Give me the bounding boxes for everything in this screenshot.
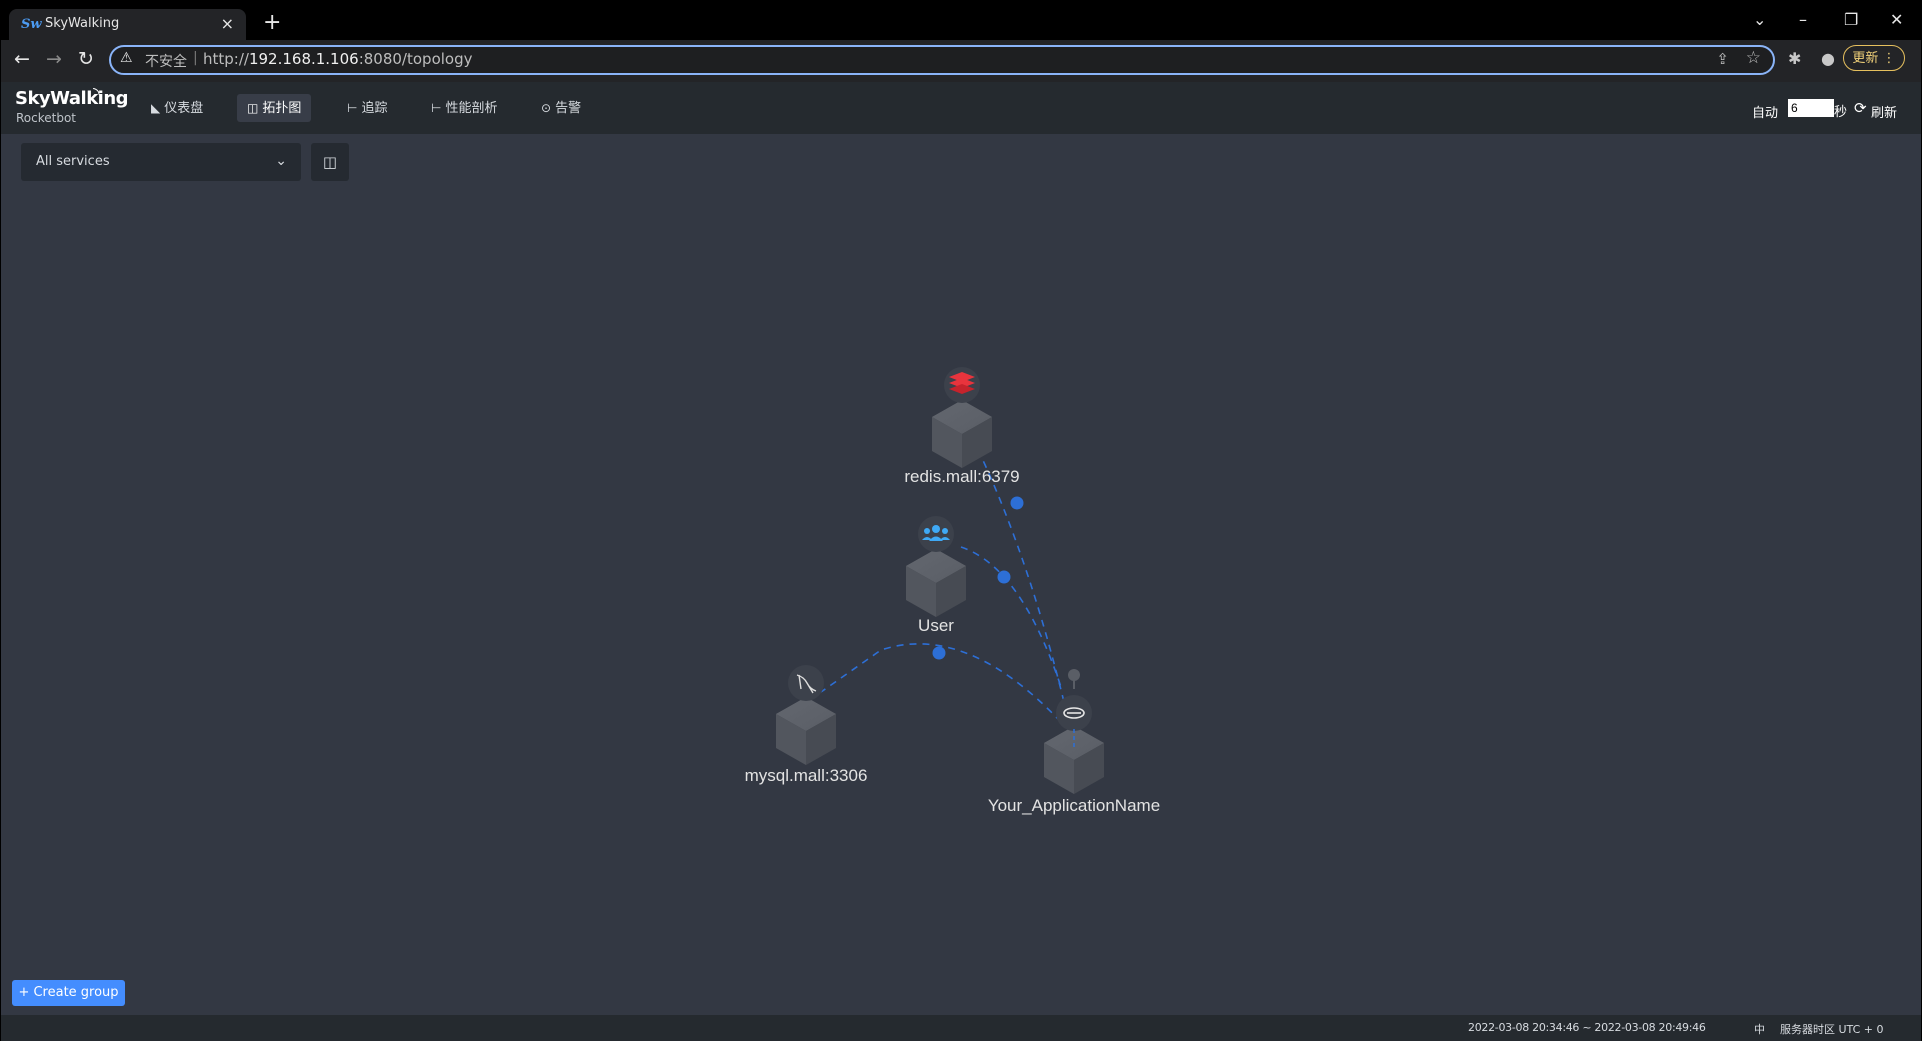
browser-window: Sw SkyWalking × + ⌄ – ❐ ✕ ← → ↻ ⚠ 不安全 | … bbox=[1, 7, 1921, 1041]
node-label-mysql: mysql.mall:3306 bbox=[745, 766, 868, 785]
topology-toggle-button[interactable]: ◫ bbox=[311, 143, 349, 181]
app-handle-dot[interactable] bbox=[1068, 669, 1080, 681]
node-label-redis: redis.mall:6379 bbox=[904, 467, 1019, 486]
time-range[interactable]: 2022-03-08 20:34:46 ~ 2022-03-08 20:49:4… bbox=[1468, 1021, 1706, 1034]
language-toggle[interactable]: 中 bbox=[1754, 1021, 1765, 1037]
server-timezone: 服务器时区 UTC + 0 bbox=[1780, 1023, 1884, 1036]
create-group-button[interactable]: + Create group bbox=[12, 980, 125, 1006]
node-user[interactable]: User bbox=[906, 516, 966, 635]
node-label-application: Your_ApplicationName bbox=[988, 796, 1160, 815]
service-select[interactable]: All services ⌄ bbox=[21, 143, 301, 181]
node-label-user: User bbox=[918, 616, 954, 635]
service-select-value: All services bbox=[36, 154, 110, 169]
node-application[interactable]: Your_ApplicationName bbox=[988, 669, 1160, 815]
node-redis[interactable]: redis.mall:6379 bbox=[904, 367, 1020, 486]
footer-bar: 2022-03-08 20:34:46 ~ 2022-03-08 20:49:4… bbox=[1, 1015, 1921, 1041]
edge-user-to-app[interactable] bbox=[960, 546, 1062, 688]
edge-midpoint-app-mysql[interactable] bbox=[932, 646, 946, 660]
edge-midpoint-user-app[interactable] bbox=[997, 570, 1011, 584]
chevron-down-icon: ⌄ bbox=[275, 153, 287, 169]
edge-midpoint-app-redis[interactable] bbox=[1010, 496, 1024, 510]
topology-icon: ◫ bbox=[322, 153, 338, 171]
node-mysql[interactable]: mysql.mall:3306 bbox=[745, 665, 868, 785]
